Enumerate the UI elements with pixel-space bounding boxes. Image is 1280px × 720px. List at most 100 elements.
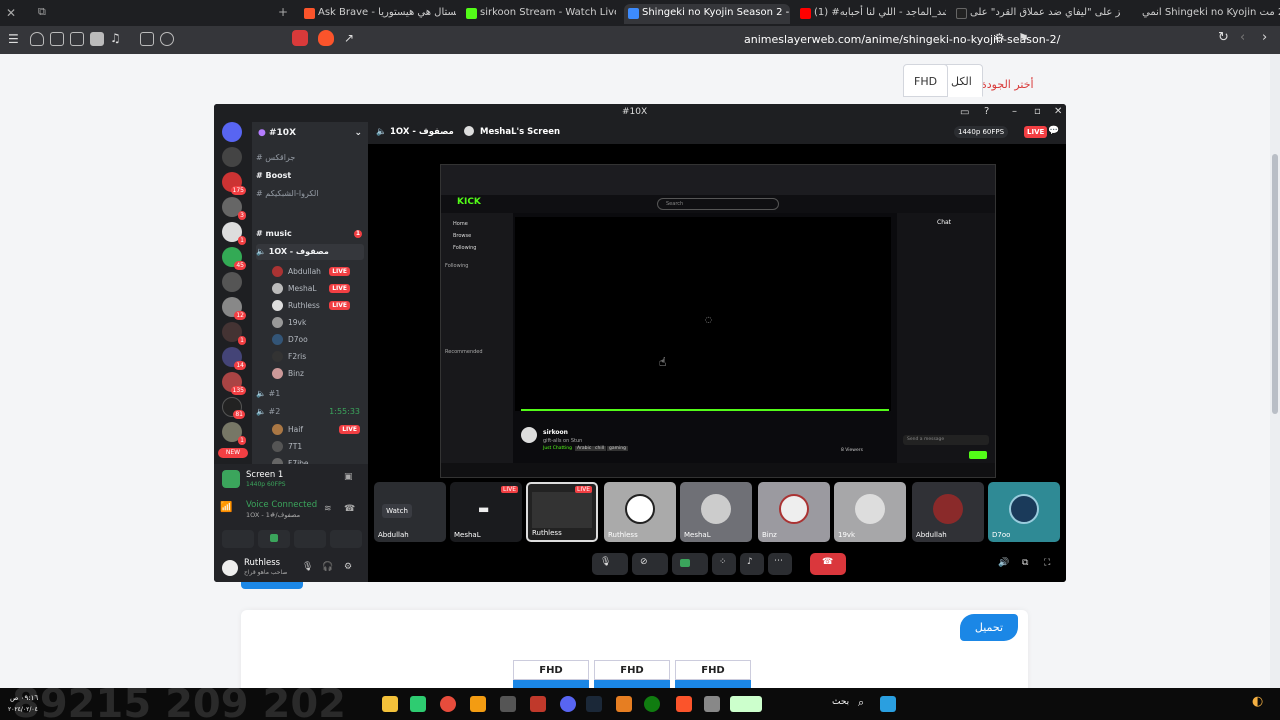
reading-list-icon[interactable] [70, 32, 84, 46]
headphones-icon[interactable]: 🎧 [322, 562, 333, 572]
chat-input[interactable]: Send a message [903, 435, 989, 445]
voice-user[interactable]: Haif LIVE [272, 422, 364, 437]
gear-icon[interactable]: ⚙ [344, 562, 352, 572]
share-screen-button[interactable] [672, 553, 708, 575]
watch-button[interactable]: Watch [382, 504, 412, 518]
server-icon[interactable]: 135 [222, 372, 246, 395]
extensions-icon[interactable] [50, 32, 64, 46]
voice-user[interactable]: F7ibe [272, 456, 364, 464]
url-text[interactable]: animeslayerweb.com/anime/shingeki-no-kyo… [744, 33, 1060, 46]
download-option-fhd-3[interactable]: FHD [675, 660, 751, 690]
server-icon[interactable]: 1 [222, 322, 246, 345]
app-icon[interactable] [440, 696, 456, 712]
close-icon[interactable]: ✕ [1054, 106, 1062, 117]
maximize-icon[interactable]: ▫ [1034, 106, 1041, 117]
music-icon[interactable]: ♫ [110, 31, 121, 45]
restore-window-icon[interactable]: ⧉ [38, 5, 46, 19]
participant-tile-meshal-cam[interactable]: MeshaL [680, 482, 752, 542]
server-icon[interactable]: 3 [222, 197, 246, 220]
mic-icon[interactable]: 🎙 [302, 562, 313, 572]
share-icon[interactable]: ↗ [344, 31, 354, 45]
streamer-name[interactable]: sirkoon [543, 429, 568, 436]
clock-date[interactable]: ٢٠٢٤/٠٢/٠٤ [8, 706, 38, 713]
download-option-fhd-1[interactable]: FHD [513, 660, 589, 690]
tab-tiktok[interactable]: اعتز على "ليفاي ضد عملاق القرد" على [952, 4, 1120, 24]
server-icon[interactable] [222, 147, 242, 167]
participant-tile-ruthless[interactable]: Ruthless [604, 482, 676, 542]
server-icon[interactable]: 1 [222, 222, 246, 245]
search-icon[interactable]: ⌕ [858, 696, 864, 710]
bookmark-icon[interactable]: ⚑ [1018, 31, 1029, 45]
voice-user[interactable]: MeshaL LIVE [272, 281, 364, 296]
kick-nav-following[interactable]: Following [453, 245, 476, 251]
hidden-button-edge[interactable] [241, 582, 303, 589]
download-button[interactable]: تحميل [960, 614, 1018, 641]
shield-icon[interactable] [30, 32, 44, 46]
menu-icon[interactable]: ☰ [8, 32, 19, 46]
voice-user[interactable]: Ruthless LIVE [272, 298, 364, 313]
channel-item[interactable]: # music 1 [256, 226, 364, 242]
participant-tile-abdullah[interactable]: Watch Abdullah [374, 482, 446, 542]
chevron-down-icon[interactable]: ⌄ [354, 128, 362, 138]
stream-tag[interactable]: chill [593, 446, 607, 451]
server-icon[interactable]: 45 [222, 247, 246, 270]
inbox-icon[interactable]: ▭ [960, 107, 969, 118]
voice-user[interactable]: 19vk [272, 315, 364, 330]
leave-call-button[interactable]: ☎ [810, 553, 846, 575]
shared-screen[interactable]: KICK Search Home Browse Following Follow… [440, 164, 996, 478]
participant-tile-d7oo[interactable]: D7oo [988, 482, 1060, 542]
server-icon[interactable]: 12 [222, 297, 246, 320]
chat-send-button[interactable] [969, 451, 987, 459]
noise-suppression-icon[interactable]: ≋ [324, 504, 332, 514]
weather-icon[interactable]: ◐ [1252, 694, 1263, 709]
sidebar-icon[interactable] [90, 32, 104, 46]
scroll-thumb[interactable] [1272, 154, 1278, 414]
soundboard-button[interactable] [330, 530, 362, 548]
signal-icon[interactable]: 📶 [220, 502, 232, 513]
participant-tile-abdullah-cam[interactable]: Abdullah [912, 482, 984, 542]
screen-toggle-button[interactable] [258, 530, 290, 548]
participant-tile-19vk[interactable]: 19vk [834, 482, 906, 542]
app-icon[interactable] [500, 696, 516, 712]
server-icon[interactable]: 1 [222, 422, 246, 445]
widget-icon[interactable] [730, 696, 762, 712]
tab-youtube[interactable]: (1) #راشد_الماجد - اللي لنا أحبابه | ube [796, 4, 946, 24]
camera-toggle-button[interactable] [222, 530, 254, 548]
channel-item[interactable]: # الكروا-الشبكيكم [256, 186, 364, 202]
popout-icon[interactable]: ⧉ [1022, 558, 1028, 568]
camera-button[interactable]: ⊘ [632, 553, 668, 575]
file-explorer-icon[interactable] [382, 696, 398, 712]
app-icon[interactable] [470, 696, 486, 712]
voice-user[interactable]: Binz [272, 366, 364, 381]
discord-icon[interactable] [560, 696, 576, 712]
tab-anime-slayer[interactable]: Shingeki no Kyojin Season 2 - A [624, 4, 790, 24]
brave-icon[interactable] [676, 696, 692, 712]
voice-channel[interactable]: 🔈 #2 1:55:33 [256, 404, 364, 420]
minimize-icon[interactable]: – [1012, 106, 1017, 117]
app-icon[interactable] [616, 696, 632, 712]
more-button[interactable]: ⋯ [768, 553, 792, 575]
tab-anime[interactable]: انمي Shingeki no Kyojin الحلقة 22 مت [1124, 4, 1280, 24]
settings-icon[interactable] [160, 32, 174, 46]
voice-user[interactable]: F2ris [272, 349, 364, 364]
participant-tile-ruthless-screen[interactable]: LIVE Ruthless [526, 482, 598, 542]
search-label[interactable]: بحث [832, 697, 849, 707]
volume-icon[interactable]: 🔊 [998, 558, 1009, 568]
stream-tag[interactable]: gaming [607, 446, 628, 451]
server-icon[interactable]: 175 [222, 172, 246, 195]
screenshot-icon[interactable] [140, 32, 154, 46]
fullscreen-icon[interactable]: ⛶ [1044, 558, 1050, 568]
download-option-fhd-2[interactable]: FHD [594, 660, 670, 690]
voice-channel[interactable]: 🔈 #1 [256, 386, 364, 402]
start-icon[interactable] [880, 696, 896, 712]
site-settings-icon[interactable]: ⚙ [994, 31, 1005, 45]
app-icon[interactable] [530, 696, 546, 712]
help-icon[interactable]: ? [984, 106, 989, 117]
stream-tag[interactable]: Arabic [575, 446, 594, 451]
xbox-icon[interactable] [644, 696, 660, 712]
forward-icon[interactable]: › [1262, 30, 1267, 45]
server-icon[interactable]: 81 [222, 397, 245, 419]
voice-user[interactable]: 7T1 [272, 439, 364, 454]
voice-user[interactable]: Abdullah LIVE [272, 264, 364, 279]
page-scrollbar[interactable] [1270, 54, 1280, 688]
